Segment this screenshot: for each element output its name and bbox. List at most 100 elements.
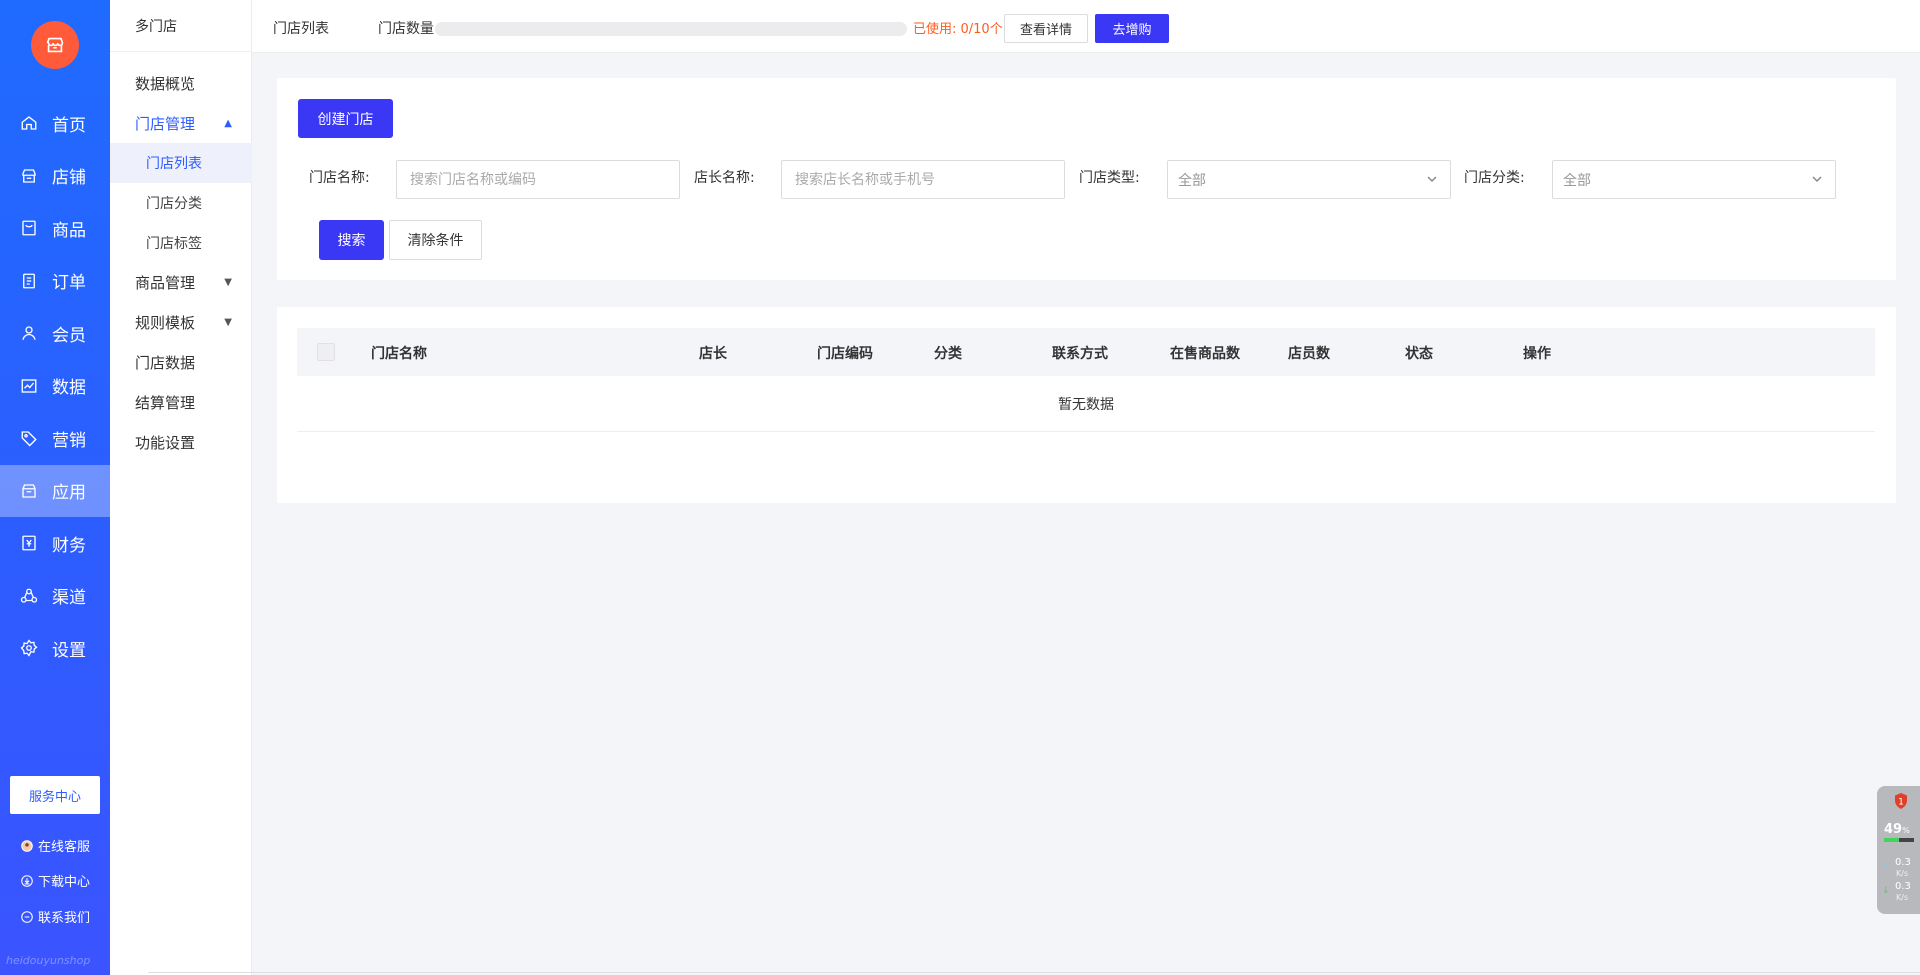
store-category-select[interactable]: 全部 xyxy=(1552,160,1836,199)
page-title: 门店列表 xyxy=(273,21,329,37)
subnav-item-store-tags[interactable]: 门店标签 xyxy=(110,223,252,263)
subnav-item-feature-settings[interactable]: 功能设置 xyxy=(110,422,252,462)
shop-icon xyxy=(20,167,38,185)
store-category-label: 门店分类: xyxy=(1464,170,1525,186)
cpu-bar xyxy=(1884,838,1914,842)
buy-more-button[interactable]: 去增购 xyxy=(1095,14,1169,43)
nav-item-label: 首页 xyxy=(52,115,86,136)
tag-icon xyxy=(20,429,38,447)
subnav-item-label: 商品管理 xyxy=(135,273,196,292)
store-table: 门店名称 店长 门店编码 分类 联系方式 在售商品数 店员数 状态 操作 暂无数… xyxy=(277,307,1896,503)
manager-name-input[interactable] xyxy=(781,160,1065,199)
subnav-item-label: 门店标签 xyxy=(146,236,202,252)
upload-arrow-icon: ↑ xyxy=(1882,862,1890,872)
clear-filters-button[interactable]: 清除条件 xyxy=(389,220,482,260)
nav-item-goods[interactable]: 商品 xyxy=(0,202,110,255)
subnav-item-store-list[interactable]: 门店列表 xyxy=(110,143,252,183)
column-header: 联系方式 xyxy=(1052,346,1108,362)
nav-item-label: 营销 xyxy=(52,430,86,451)
sub-nav: 多门店 数据概览 门店管理 ▲ 门店列表 门店分类 门店标签 商品管理 ▼ 规则… xyxy=(110,0,252,975)
nav-item-channel[interactable]: 渠道 xyxy=(0,570,110,623)
chevron-down-icon xyxy=(1811,173,1823,185)
filter-panel: 创建门店 门店名称: 店长名称: 门店类型: 全部 门店分类: 全部 搜索 清除… xyxy=(277,78,1896,280)
subnav-item-store-data[interactable]: 门店数据 xyxy=(110,342,252,382)
store-category-value: 全部 xyxy=(1563,172,1591,189)
caret-up-icon: ▲ xyxy=(224,117,232,129)
column-header: 店员数 xyxy=(1288,346,1330,362)
subnav-item-label: 门店数据 xyxy=(135,353,196,372)
download-center-link[interactable]: 下载中心 xyxy=(20,871,90,890)
store-type-select[interactable]: 全部 xyxy=(1167,160,1451,199)
user-icon xyxy=(20,324,38,342)
online-service-link[interactable]: 在线客服 xyxy=(20,836,90,855)
subnav-item-goods-management[interactable]: 商品管理 ▼ xyxy=(110,262,252,302)
nav-item-label: 渠道 xyxy=(52,588,86,609)
chart-icon xyxy=(20,377,38,395)
nav-item-member[interactable]: 会员 xyxy=(0,307,110,360)
goods-icon xyxy=(20,219,38,237)
download-arrow-icon: ↓ xyxy=(1882,886,1890,896)
nav-item-settings[interactable]: 设置 xyxy=(0,622,110,675)
subnav-item-settlement[interactable]: 结算管理 xyxy=(110,382,252,422)
order-icon xyxy=(20,272,38,290)
subnav-item-label: 门店管理 xyxy=(135,114,196,133)
cpu-percent-unit: % xyxy=(1902,826,1910,835)
store-count-progress xyxy=(435,22,907,36)
store-type-value: 全部 xyxy=(1178,172,1206,189)
subnav-item-rule-templates[interactable]: 规则模板 ▼ xyxy=(110,302,252,342)
channel-icon xyxy=(20,587,38,605)
home-icon xyxy=(20,114,38,132)
store-name-input[interactable] xyxy=(396,160,680,199)
create-store-button[interactable]: 创建门店 xyxy=(298,99,393,138)
alert-badge: 1 xyxy=(1898,798,1904,808)
store-type-label: 门店类型: xyxy=(1079,170,1140,186)
download-center-label: 下载中心 xyxy=(38,875,91,890)
column-header: 门店编码 xyxy=(817,346,873,362)
column-header: 门店名称 xyxy=(371,346,427,362)
contact-us-label: 联系我们 xyxy=(38,911,91,926)
nav-item-finance[interactable]: 财务 xyxy=(0,517,110,570)
download-icon xyxy=(20,874,34,888)
select-all-checkbox[interactable] xyxy=(317,343,335,361)
nav-item-shop[interactable]: 店铺 xyxy=(0,150,110,203)
upload-speed: 0.3 xyxy=(1895,857,1911,868)
subnav-item-label: 规则模板 xyxy=(135,313,196,332)
subnav-item-store-management[interactable]: 门店管理 ▲ xyxy=(110,103,252,143)
nav-item-marketing[interactable]: 营销 xyxy=(0,412,110,465)
nav-item-app[interactable]: 应用 xyxy=(0,464,110,517)
contact-us-link[interactable]: 联系我们 xyxy=(20,907,90,926)
subnav-item-label: 功能设置 xyxy=(135,433,196,452)
column-header: 店长 xyxy=(699,346,727,362)
main-nav: 首页 店铺 商品 订单 会员 数据 营销 应用 财务 渠道 设置 服务中心 在线… xyxy=(0,0,110,975)
nav-item-home[interactable]: 首页 xyxy=(0,97,110,150)
store-count-used: 已使用: 0/10个 xyxy=(913,22,1003,37)
bottom-divider xyxy=(148,972,1920,973)
nav-item-data[interactable]: 数据 xyxy=(0,360,110,413)
store-count-label: 门店数量 xyxy=(378,21,434,37)
nav-item-label: 财务 xyxy=(52,535,86,556)
search-button[interactable]: 搜索 xyxy=(319,220,384,260)
service-center-button[interactable]: 服务中心 xyxy=(10,776,100,814)
system-monitor-widget[interactable]: 1 49% ↑ 0.3 K/s ↓ 0.3 K/s xyxy=(1877,786,1920,914)
app-icon xyxy=(20,482,38,500)
column-header: 状态 xyxy=(1405,346,1433,362)
nav-item-label: 店铺 xyxy=(52,168,86,189)
subnav-item-label: 数据概览 xyxy=(135,74,196,93)
nav-item-order[interactable]: 订单 xyxy=(0,255,110,308)
nav-item-label: 会员 xyxy=(52,325,86,346)
cpu-percent-value: 49 xyxy=(1884,822,1903,837)
nav-item-label: 数据 xyxy=(52,378,86,399)
column-header: 操作 xyxy=(1523,346,1551,362)
store-logo-icon[interactable] xyxy=(31,21,79,69)
store-name-label: 门店名称: xyxy=(309,170,370,186)
chevron-down-icon xyxy=(1426,173,1438,185)
finance-icon xyxy=(20,534,38,552)
cpu-bar-fill xyxy=(1884,838,1899,842)
column-header: 在售商品数 xyxy=(1170,346,1240,362)
subnav-item-store-category[interactable]: 门店分类 xyxy=(110,183,252,223)
chat-icon xyxy=(20,910,34,924)
view-details-button[interactable]: 查看详情 xyxy=(1004,14,1088,43)
subnav-item-overview[interactable]: 数据概览 xyxy=(110,63,252,103)
gear-icon xyxy=(20,639,38,657)
table-header: 门店名称 店长 门店编码 分类 联系方式 在售商品数 店员数 状态 操作 xyxy=(297,328,1875,376)
